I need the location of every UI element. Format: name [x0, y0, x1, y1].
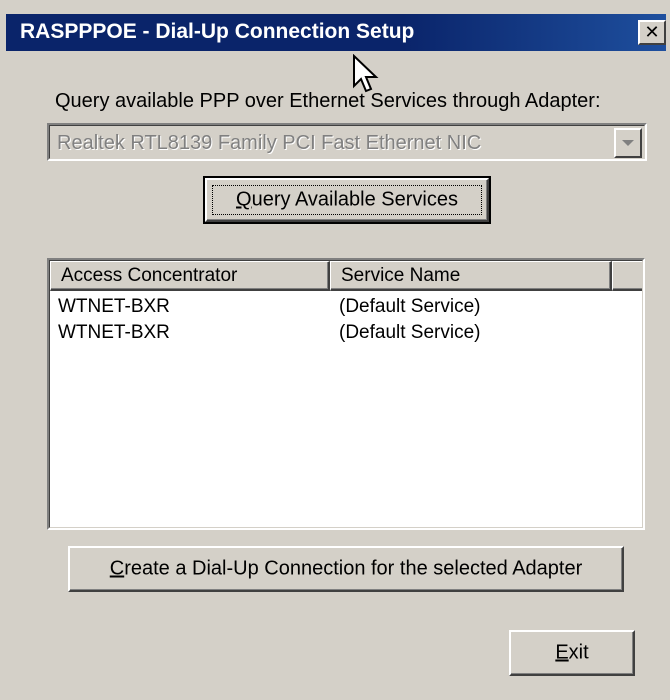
- row-service-name: (Default Service): [339, 322, 481, 343]
- title-bar[interactable]: RASPPPOE - Dial-Up Connection Setup ✕: [6, 14, 666, 51]
- query-accelerator: Q: [236, 188, 252, 211]
- create-dialup-text: reate a Dial-Up Connection for the selec…: [124, 557, 583, 580]
- create-dialup-button[interactable]: Create a Dial-Up Connection for the sele…: [68, 546, 624, 592]
- column-header-filler[interactable]: [612, 261, 642, 291]
- create-accelerator: C: [109, 557, 125, 580]
- list-rows: WTNET-BXR (Default Service) WTNET-BXR (D…: [50, 293, 642, 345]
- window-title: RASPPPOE - Dial-Up Connection Setup: [20, 20, 415, 43]
- column-header-access-concentrator[interactable]: Access Concentrator: [50, 261, 330, 291]
- query-services-text: uery Available Services: [251, 188, 458, 211]
- exit-button[interactable]: Exit: [509, 630, 635, 676]
- dropdown-arrow-icon: [622, 140, 634, 146]
- exit-text: xit: [568, 641, 589, 664]
- query-services-label: Query Available Services: [207, 189, 487, 212]
- exit-label: Exit: [511, 642, 633, 665]
- column-header-service-name[interactable]: Service Name: [330, 261, 612, 291]
- create-dialup-label: Create a Dial-Up Connection for the sele…: [70, 558, 622, 581]
- row-service-name: (Default Service): [339, 296, 481, 317]
- list-row[interactable]: WTNET-BXR (Default Service): [50, 319, 642, 345]
- adapter-select-frame: Realtek RTL8139 Family PCI Fast Ethernet…: [49, 125, 645, 159]
- dialog-window: RASPPPOE - Dial-Up Connection Setup ✕ Qu…: [0, 0, 670, 700]
- adapter-select[interactable]: Realtek RTL8139 Family PCI Fast Ethernet…: [47, 123, 647, 161]
- adapter-select-value: Realtek RTL8139 Family PCI Fast Ethernet…: [57, 132, 482, 154]
- query-services-button[interactable]: Query Available Services: [203, 176, 491, 224]
- query-label: Query available PPP over Ethernet Servic…: [55, 90, 601, 112]
- exit-accelerator: E: [555, 641, 569, 664]
- close-icon: ✕: [644, 21, 660, 43]
- services-list[interactable]: Access Concentrator Service Name WTNET-B…: [47, 258, 645, 530]
- row-access-concentrator: WTNET-BXR: [58, 296, 170, 317]
- list-header: Access Concentrator Service Name: [50, 261, 642, 291]
- close-button[interactable]: ✕: [638, 20, 666, 45]
- row-access-concentrator: WTNET-BXR: [58, 322, 170, 343]
- adapter-dropdown-button[interactable]: [614, 128, 642, 158]
- mouse-cursor-icon: [353, 54, 379, 93]
- services-list-frame: Access Concentrator Service Name WTNET-B…: [49, 260, 643, 528]
- list-row[interactable]: WTNET-BXR (Default Service): [50, 293, 642, 319]
